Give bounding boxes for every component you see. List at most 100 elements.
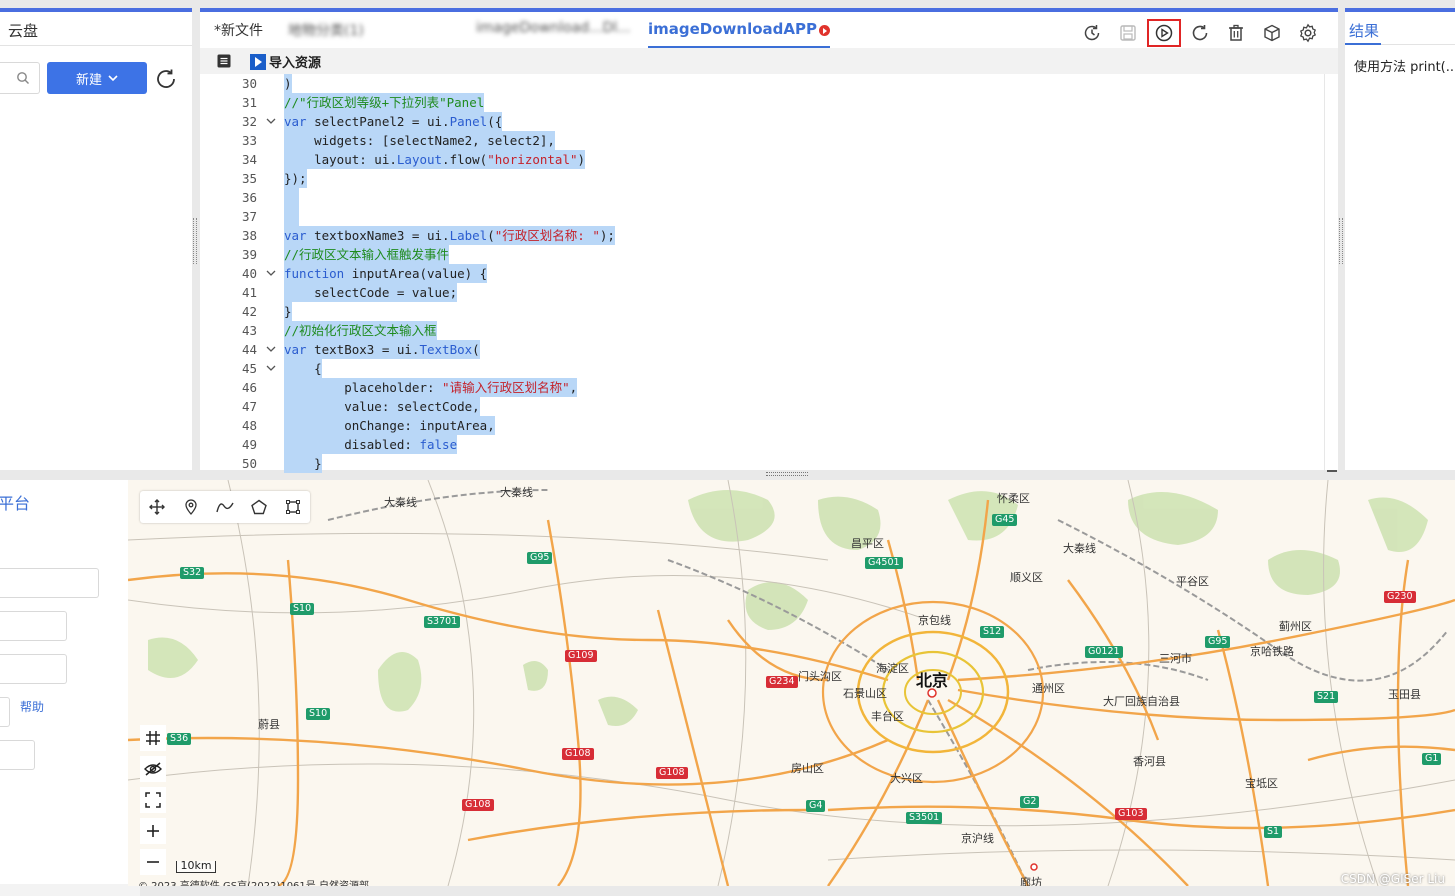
code-text: function inputArea(value) { [284, 264, 488, 283]
code-line[interactable]: 42} [200, 302, 1324, 321]
splitter-handle-horizontal[interactable] [766, 472, 808, 476]
road-shield: G230 [1384, 591, 1416, 603]
history-icon [1084, 25, 1100, 41]
code-line[interactable]: 31 //"行政区划等级+下拉列表"Panel [200, 93, 1324, 112]
road-shield: G2 [1020, 796, 1040, 808]
reset-button[interactable] [1182, 18, 1218, 48]
map-place-label: 蓟州区 [1279, 620, 1312, 633]
fold-chevron-icon[interactable] [266, 268, 276, 278]
map-place-label: 通州区 [1032, 682, 1065, 695]
code-line[interactable]: 30) [200, 74, 1324, 93]
code-text: widgets: [selectName2, select2], [284, 131, 555, 150]
map-place-label: 门头沟区 [798, 670, 842, 683]
divider [1345, 43, 1455, 45]
code-line[interactable]: 47 value: selectCode, [200, 397, 1324, 416]
polygon-tool[interactable] [242, 491, 276, 523]
run-button[interactable] [1146, 18, 1182, 48]
zoom-in-button[interactable] [140, 818, 166, 844]
fullscreen-button[interactable] [140, 787, 166, 813]
code-line[interactable]: 33 widgets: [selectName2, select2], [200, 131, 1324, 150]
code-text: disabled: false [284, 435, 458, 454]
code-area[interactable]: 30) 31 //"行政区划等级+下拉列表"Panel 32 var selectPan… [200, 74, 1324, 474]
search-icon[interactable] [16, 71, 30, 85]
code-text: value: selectCode, [284, 397, 480, 416]
package-button[interactable] [1254, 18, 1290, 48]
line-number: 49 [241, 437, 257, 452]
splitter-handle[interactable] [1339, 218, 1343, 264]
code-line[interactable]: 37 [200, 207, 1324, 226]
code-line[interactable]: 41 selectCode = value; [200, 283, 1324, 302]
rectangle-tool[interactable] [276, 491, 310, 523]
search-input[interactable] [0, 62, 40, 94]
delete-button[interactable] [1218, 18, 1254, 48]
tab-image-download-dl[interactable]: imageDownload...Dl... [476, 20, 631, 36]
code-line[interactable]: 38 var textboxName3 = ui.Label("行政区划名称: "… [200, 226, 1324, 245]
tab-image-download-app[interactable]: imageDownloadAPP [648, 20, 830, 48]
code-line[interactable]: 32 var selectPanel2 = ui.Panel({ [200, 112, 1324, 131]
layer-visibility-button[interactable] [140, 756, 166, 782]
code-line[interactable]: 50 } [200, 454, 1324, 473]
map-view[interactable]: 怀柔区 昌平区 顺义区 平谷区 蓟州区 三河市 门头沟区 海淀区 石景山区 通州区 大厂回族自治县 玉… [128, 480, 1455, 886]
play-icon [250, 53, 266, 70]
line-number: 35 [241, 171, 257, 186]
map-place-label: 京沪线 [961, 832, 994, 845]
settings-button[interactable] [1290, 18, 1326, 48]
line-number: 40 [241, 266, 257, 281]
tab-classification[interactable]: 地物分类(1) [288, 20, 364, 40]
line-number: 43 [241, 323, 257, 338]
line-number: 38 [241, 228, 257, 243]
code-line[interactable]: 46 placeholder: "请输入行政区划名称", [200, 378, 1324, 397]
road-shield: G108 [462, 799, 494, 811]
document-icon[interactable] [216, 53, 232, 69]
fold-chevron-icon[interactable] [266, 363, 276, 373]
code-line[interactable]: 43 //初始化行政区文本输入框 [200, 321, 1324, 340]
vertical-scrollbar[interactable] [1324, 74, 1338, 474]
form-input-1[interactable] [0, 568, 99, 598]
road-shield: G95 [1205, 636, 1231, 648]
line-number: 42 [241, 304, 257, 319]
code-line[interactable]: 34 layout: ui.Layout.flow("horizontal") [200, 150, 1324, 169]
fold-chevron-icon[interactable] [266, 344, 276, 354]
code-line[interactable]: 40 function inputArea(value) { [200, 264, 1324, 283]
code-text: selectCode = value; [284, 283, 458, 302]
code-line[interactable]: 35}); [200, 169, 1324, 188]
road-shield: G0121 [1085, 646, 1123, 658]
code-text: //行政区文本输入框触发事件 [284, 245, 450, 264]
new-button[interactable]: 新建 [47, 62, 147, 94]
pan-tool[interactable] [140, 491, 174, 523]
code-line[interactable]: 45 { [200, 359, 1324, 378]
splitter-handle[interactable] [193, 218, 197, 264]
history-button[interactable] [1074, 18, 1110, 48]
refresh-icon[interactable] [154, 67, 178, 91]
line-number: 32 [241, 114, 257, 129]
code-line[interactable]: 48 onChange: inputArea, [200, 416, 1324, 435]
line-number: 45 [241, 361, 257, 376]
active-tab-label: imageDownloadAPP [648, 20, 817, 38]
fold-chevron-icon[interactable] [266, 116, 276, 126]
grid-button[interactable] [140, 725, 166, 751]
form-button[interactable] [0, 697, 10, 727]
tab-result[interactable]: 结果 [1349, 20, 1379, 41]
map-place-label: 宝坻区 [1245, 777, 1278, 790]
form-input-3[interactable] [0, 654, 67, 684]
code-line[interactable]: 44 var textBox3 = ui.TextBox( [200, 340, 1324, 359]
form-input-4[interactable] [0, 740, 35, 770]
point-tool[interactable] [174, 491, 208, 523]
tab-new-file[interactable]: *新文件 [214, 20, 263, 40]
import-resource-button[interactable]: 导入资源 [250, 52, 321, 71]
code-line[interactable]: 36 [200, 188, 1324, 207]
line-tool[interactable] [208, 491, 242, 523]
save-button[interactable] [1110, 18, 1146, 48]
code-line[interactable]: 49 disabled: false [200, 435, 1324, 454]
form-input-2[interactable] [0, 611, 67, 641]
zoom-out-button[interactable] [140, 849, 166, 875]
map-place-label: 京包线 [918, 614, 951, 627]
map-place-label: 香河县 [1133, 755, 1166, 768]
map-place-label: 昌平区 [851, 537, 884, 550]
minus-icon [147, 861, 159, 863]
package-icon [1264, 24, 1280, 42]
code-line[interactable]: 39 //行政区文本输入框触发事件 [200, 245, 1324, 264]
map-place-label: 大厂回族自治县 [1103, 695, 1180, 708]
help-link[interactable]: 帮助 [20, 698, 44, 715]
import-resource-label: 导入资源 [269, 56, 322, 71]
